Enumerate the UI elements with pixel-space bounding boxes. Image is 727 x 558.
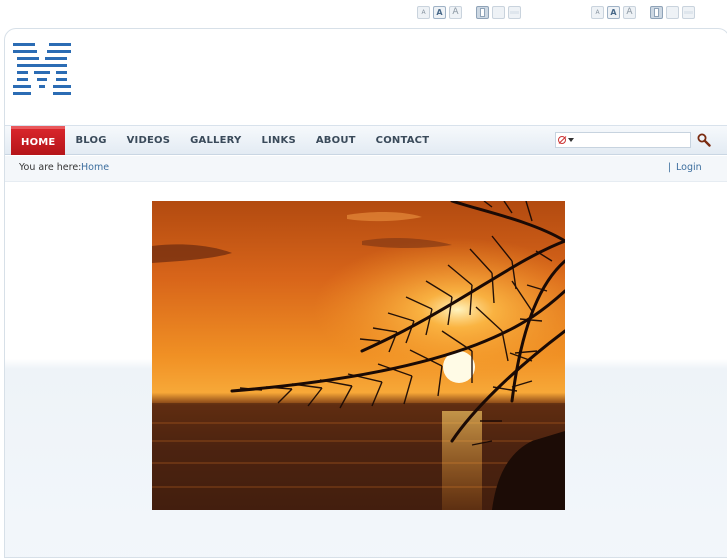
nav-item-gallery[interactable]: GALLERY <box>180 126 251 155</box>
layout-medium-button[interactable] <box>666 5 679 19</box>
search-icon[interactable] <box>697 132 711 147</box>
m-logo-icon[interactable] <box>13 43 71 95</box>
search-options-dropdown[interactable] <box>556 134 580 146</box>
nav-item-links[interactable]: LINKS <box>251 126 305 155</box>
layout-narrow-button[interactable] <box>650 5 663 19</box>
search-input[interactable] <box>580 133 688 147</box>
main-nav: HOME BLOG VIDEOS GALLERY LINKS ABOUT CON… <box>5 125 727 155</box>
nav-item-contact[interactable]: CONTACT <box>366 126 440 155</box>
login-link[interactable]: Login <box>676 162 702 173</box>
nav-item-videos[interactable]: VIDEOS <box>117 126 181 155</box>
font-reset-button[interactable]: A <box>433 5 446 19</box>
search-box <box>555 132 691 148</box>
font-increase-button[interactable]: A <box>449 5 462 19</box>
chevron-down-icon <box>568 138 574 142</box>
font-decrease-button[interactable]: A <box>591 5 604 19</box>
nav-item-about[interactable]: ABOUT <box>306 126 366 155</box>
layout-wide-button[interactable] <box>682 5 695 19</box>
layout-narrow-button[interactable] <box>476 5 489 19</box>
sunset-photo <box>152 201 565 510</box>
layout-wide-button[interactable] <box>508 5 521 19</box>
nav-item-home[interactable]: HOME <box>11 126 66 155</box>
nav-item-blog[interactable]: BLOG <box>65 126 116 155</box>
breadcrumb: You are here: Home | Login <box>5 156 727 182</box>
login-separator: | <box>668 162 672 173</box>
font-decrease-button[interactable]: A <box>417 5 430 19</box>
layout-medium-button[interactable] <box>492 5 505 19</box>
nav-menu: HOME BLOG VIDEOS GALLERY LINKS ABOUT CON… <box>11 126 439 156</box>
font-reset-button[interactable]: A <box>607 5 620 19</box>
font-size-toolbar-left: A A A <box>417 4 521 20</box>
search-filter-icon <box>558 136 566 144</box>
font-increase-button[interactable]: A <box>623 5 636 19</box>
breadcrumb-home-link[interactable]: Home <box>81 162 109 173</box>
breadcrumb-label: You are here: <box>19 162 82 173</box>
font-size-toolbar-right: A A A <box>591 4 695 20</box>
